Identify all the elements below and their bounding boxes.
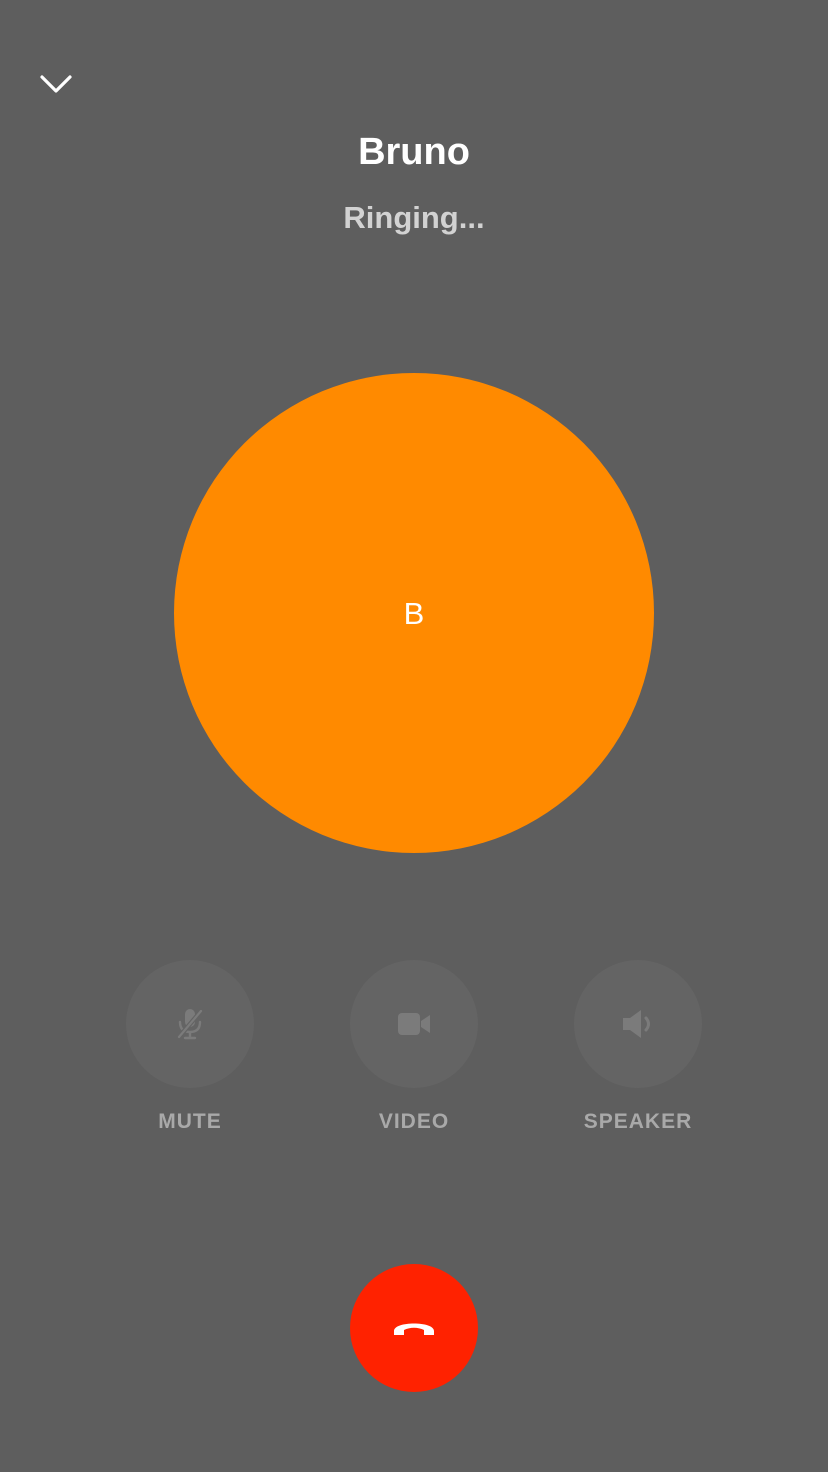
video-label: VIDEO — [378, 1110, 450, 1133]
call-status: Ringing... — [343, 200, 485, 235]
caller-name: Bruno — [358, 131, 470, 173]
video-button[interactable] — [350, 960, 478, 1088]
mute-label: MUTE — [158, 1110, 222, 1133]
speaker-label: SPEAKER — [583, 1110, 693, 1133]
video-camera-icon — [398, 1013, 430, 1035]
speaker-icon — [623, 1010, 650, 1038]
phone-hangup-icon — [394, 1323, 434, 1338]
speaker-button[interactable] — [574, 960, 702, 1088]
avatar-initial: B — [403, 595, 425, 631]
avatar: B — [174, 373, 654, 853]
mute-control: MUTE — [90, 960, 290, 1136]
video-control: VIDEO — [314, 960, 514, 1136]
mic-off-icon — [177, 1009, 203, 1040]
chevron-down-icon — [40, 75, 72, 93]
speaker-control: SPEAKER — [538, 960, 738, 1136]
end-call-button[interactable] — [350, 1264, 478, 1392]
collapse-button[interactable] — [32, 60, 80, 108]
mute-button[interactable] — [126, 960, 254, 1088]
